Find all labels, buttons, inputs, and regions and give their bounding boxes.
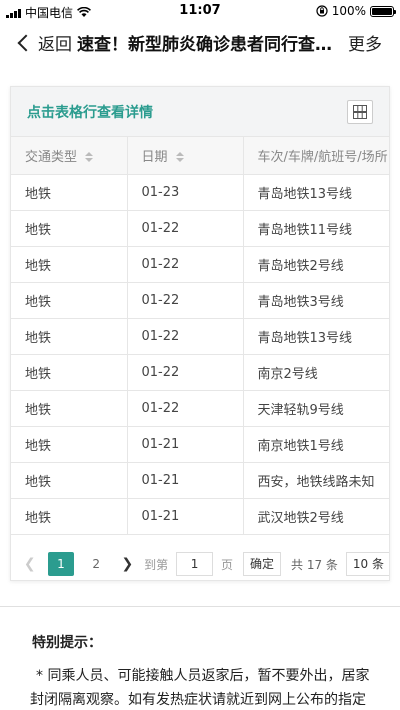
cell-type: 地铁 <box>11 354 128 391</box>
cell-type: 地铁 <box>11 498 128 535</box>
table-row[interactable]: 地铁 01-23 青岛地铁13号线 <box>11 174 389 211</box>
orientation-lock-icon <box>316 5 328 17</box>
back-button[interactable]: 返回 <box>14 30 72 55</box>
cell-type: 地铁 <box>11 282 128 319</box>
cell-date: 01-22 <box>127 318 244 355</box>
cell-route: 西安，地铁线路未知 <box>243 462 389 499</box>
column-header-label: 交通类型 <box>25 149 78 165</box>
status-bar: 中国电信 11:07 100% <box>0 0 400 24</box>
table-row[interactable]: 地铁 01-22 青岛地铁3号线 <box>11 282 389 319</box>
battery-icon <box>370 5 396 17</box>
card-header: 点击表格行查看详情 <box>11 87 389 137</box>
more-button[interactable]: 更多 <box>348 30 382 55</box>
cell-date: 01-23 <box>127 174 244 211</box>
cell-route: 青岛地铁13号线 <box>243 174 389 211</box>
back-label: 返回 <box>38 35 72 55</box>
page-unit-label: 页 <box>220 557 233 572</box>
battery-percent: 100% <box>331 4 366 18</box>
cell-date: 01-22 <box>127 354 244 391</box>
cell-type: 地铁 <box>11 318 128 355</box>
table-card: 点击表格行查看详情 交通类型 日期 车次/车牌/航班号/场所 地铁 01-23 … <box>10 86 390 581</box>
notice-title: 特别提示： <box>32 635 102 651</box>
table-row[interactable]: 地铁 01-22 青岛地铁2号线 <box>11 246 389 283</box>
cell-date: 01-21 <box>127 498 244 535</box>
nav-bar: 返回 速查！新型肺炎确诊患者同行查询工具 更多 <box>0 24 400 62</box>
cell-type: 地铁 <box>11 210 128 247</box>
goto-page-input[interactable]: 1 <box>176 552 213 576</box>
page-title: 速查！新型肺炎确诊患者同行查询工具 <box>77 35 335 55</box>
data-table: 交通类型 日期 车次/车牌/航班号/场所 地铁 01-23 青岛地铁13号线 地铁 0… <box>11 137 389 535</box>
table-row[interactable]: 地铁 01-22 青岛地铁11号线 <box>11 210 389 247</box>
table-row[interactable]: 地铁 01-21 南京地铁1号线 <box>11 426 389 463</box>
column-settings-button[interactable] <box>347 100 373 124</box>
page-button-2[interactable]: 2 <box>84 552 109 576</box>
cell-route: 南京2号线 <box>243 354 389 391</box>
goto-label: 到第 <box>144 557 169 572</box>
cell-type: 地铁 <box>11 246 128 283</box>
cell-route: 南京地铁1号线 <box>243 426 389 463</box>
cell-route: 青岛地铁11号线 <box>243 210 389 247</box>
cell-type: 地铁 <box>11 174 128 211</box>
cell-date: 01-22 <box>127 210 244 247</box>
column-header-label: 日期 <box>141 149 168 165</box>
cell-route: 青岛地铁13号线 <box>243 318 389 355</box>
cell-date: 01-22 <box>127 246 244 283</box>
cell-route: 青岛地铁3号线 <box>243 282 389 319</box>
table-header-row: 交通类型 日期 车次/车牌/航班号/场所 <box>11 137 389 175</box>
table-row[interactable]: 地铁 01-21 西安，地铁线路未知 <box>11 462 389 499</box>
page-button-1[interactable]: 1 <box>48 552 74 576</box>
page-size-select[interactable]: 10 条 <box>345 552 389 576</box>
sort-icon[interactable] <box>175 152 184 163</box>
column-header-route[interactable]: 车次/车牌/航班号/场所 <box>243 137 389 175</box>
chevron-left-icon <box>17 34 35 51</box>
cell-route: 青岛地铁2号线 <box>243 246 389 283</box>
table-row[interactable]: 地铁 01-22 天津轻轨9号线 <box>11 390 389 427</box>
cell-type: 地铁 <box>11 462 128 499</box>
next-page-button[interactable]: ❯ <box>119 556 136 572</box>
status-right: 100% <box>316 4 396 18</box>
column-header-type[interactable]: 交通类型 <box>11 137 128 175</box>
total-count: 共 17 条 <box>291 557 338 572</box>
table-row[interactable]: 地铁 01-22 南京2号线 <box>11 354 389 391</box>
table-hint: 点击表格行查看详情 <box>27 105 153 121</box>
grid-icon <box>353 105 367 119</box>
goto-confirm-button[interactable]: 确定 <box>242 552 281 576</box>
pagination: ❮ 1 2 ❯ 到第 1 页 确定 共 17 条 10 条 <box>11 547 389 580</box>
cell-date: 01-22 <box>127 282 244 319</box>
battery-fill <box>372 7 392 15</box>
cell-date: 01-21 <box>127 426 244 463</box>
cell-date: 01-22 <box>127 390 244 427</box>
table-section: 点击表格行查看详情 交通类型 日期 车次/车牌/航班号/场所 地铁 01-23 … <box>0 62 400 607</box>
sort-icon[interactable] <box>85 152 94 163</box>
column-header-label: 车次/车牌/航班号/场所 <box>257 149 388 165</box>
table-row[interactable]: 地铁 01-22 青岛地铁13号线 <box>11 318 389 355</box>
cell-type: 地铁 <box>11 390 128 427</box>
notice-body: * 同乘人员、可能接触人员返家后，暂不要外出，居家封闭隔离观察。如有发热症状请就… <box>30 668 370 708</box>
cell-type: 地铁 <box>11 426 128 463</box>
cell-route: 武汉地铁2号线 <box>243 498 389 535</box>
table-row[interactable]: 地铁 01-21 武汉地铁2号线 <box>11 498 389 535</box>
cell-date: 01-21 <box>127 462 244 499</box>
column-header-date[interactable]: 日期 <box>127 137 244 175</box>
cell-route: 天津轻轨9号线 <box>243 390 389 427</box>
prev-page-button[interactable]: ❮ <box>21 556 38 572</box>
